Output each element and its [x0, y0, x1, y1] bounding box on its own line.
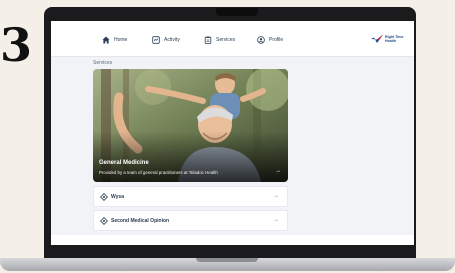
step-number: 3: [0, 18, 33, 72]
service-icon: [100, 217, 108, 225]
activity-icon: [151, 36, 160, 45]
nav-home-label: Home: [114, 37, 128, 43]
list-item-second-medical-opinion[interactable]: Second Medical Opinion →: [93, 210, 288, 231]
arrow-right-icon: →: [273, 217, 279, 223]
list-item-label: Second Medical Opinion: [111, 218, 170, 224]
hero-subtitle: Provided by a team of general practition…: [99, 170, 218, 175]
profile-icon: [256, 36, 265, 45]
list-item-label: Wysa: [111, 194, 124, 200]
camera-notch: [216, 8, 258, 16]
nav-services-label: Services: [216, 37, 236, 43]
home-icon: [101, 36, 110, 45]
logo-text: Right Time Health: [385, 35, 404, 43]
list-item-wysa[interactable]: Wysa →: [93, 186, 288, 207]
arrow-right-icon: →: [273, 193, 279, 199]
logo-mark-icon: [371, 34, 383, 43]
laptop-base-notch: [196, 258, 258, 262]
services-icon: [203, 36, 212, 45]
navbar: Home Activity Services Profile Right Tim…: [51, 21, 414, 57]
nav-home[interactable]: Home: [101, 34, 127, 46]
nav-activity-label: Activity: [164, 37, 180, 43]
brand-logo[interactable]: Right Time Health: [371, 33, 407, 45]
logo-line-2: Health: [385, 39, 396, 43]
hero-title: General Medicine: [99, 160, 149, 166]
nav-activity[interactable]: Activity: [151, 34, 180, 46]
service-icon: [100, 193, 108, 201]
nav-services[interactable]: Services: [203, 34, 235, 46]
arrow-right-icon: →: [275, 168, 281, 174]
nav-profile-label: Profile: [269, 37, 284, 43]
section-title: Services: [93, 60, 113, 66]
general-medicine-card[interactable]: General Medicine Provided by a team of g…: [93, 69, 288, 182]
nav-profile[interactable]: Profile: [256, 34, 283, 46]
footer-bar: [51, 235, 414, 245]
app-screen: Home Activity Services Profile Right Tim…: [51, 21, 414, 245]
